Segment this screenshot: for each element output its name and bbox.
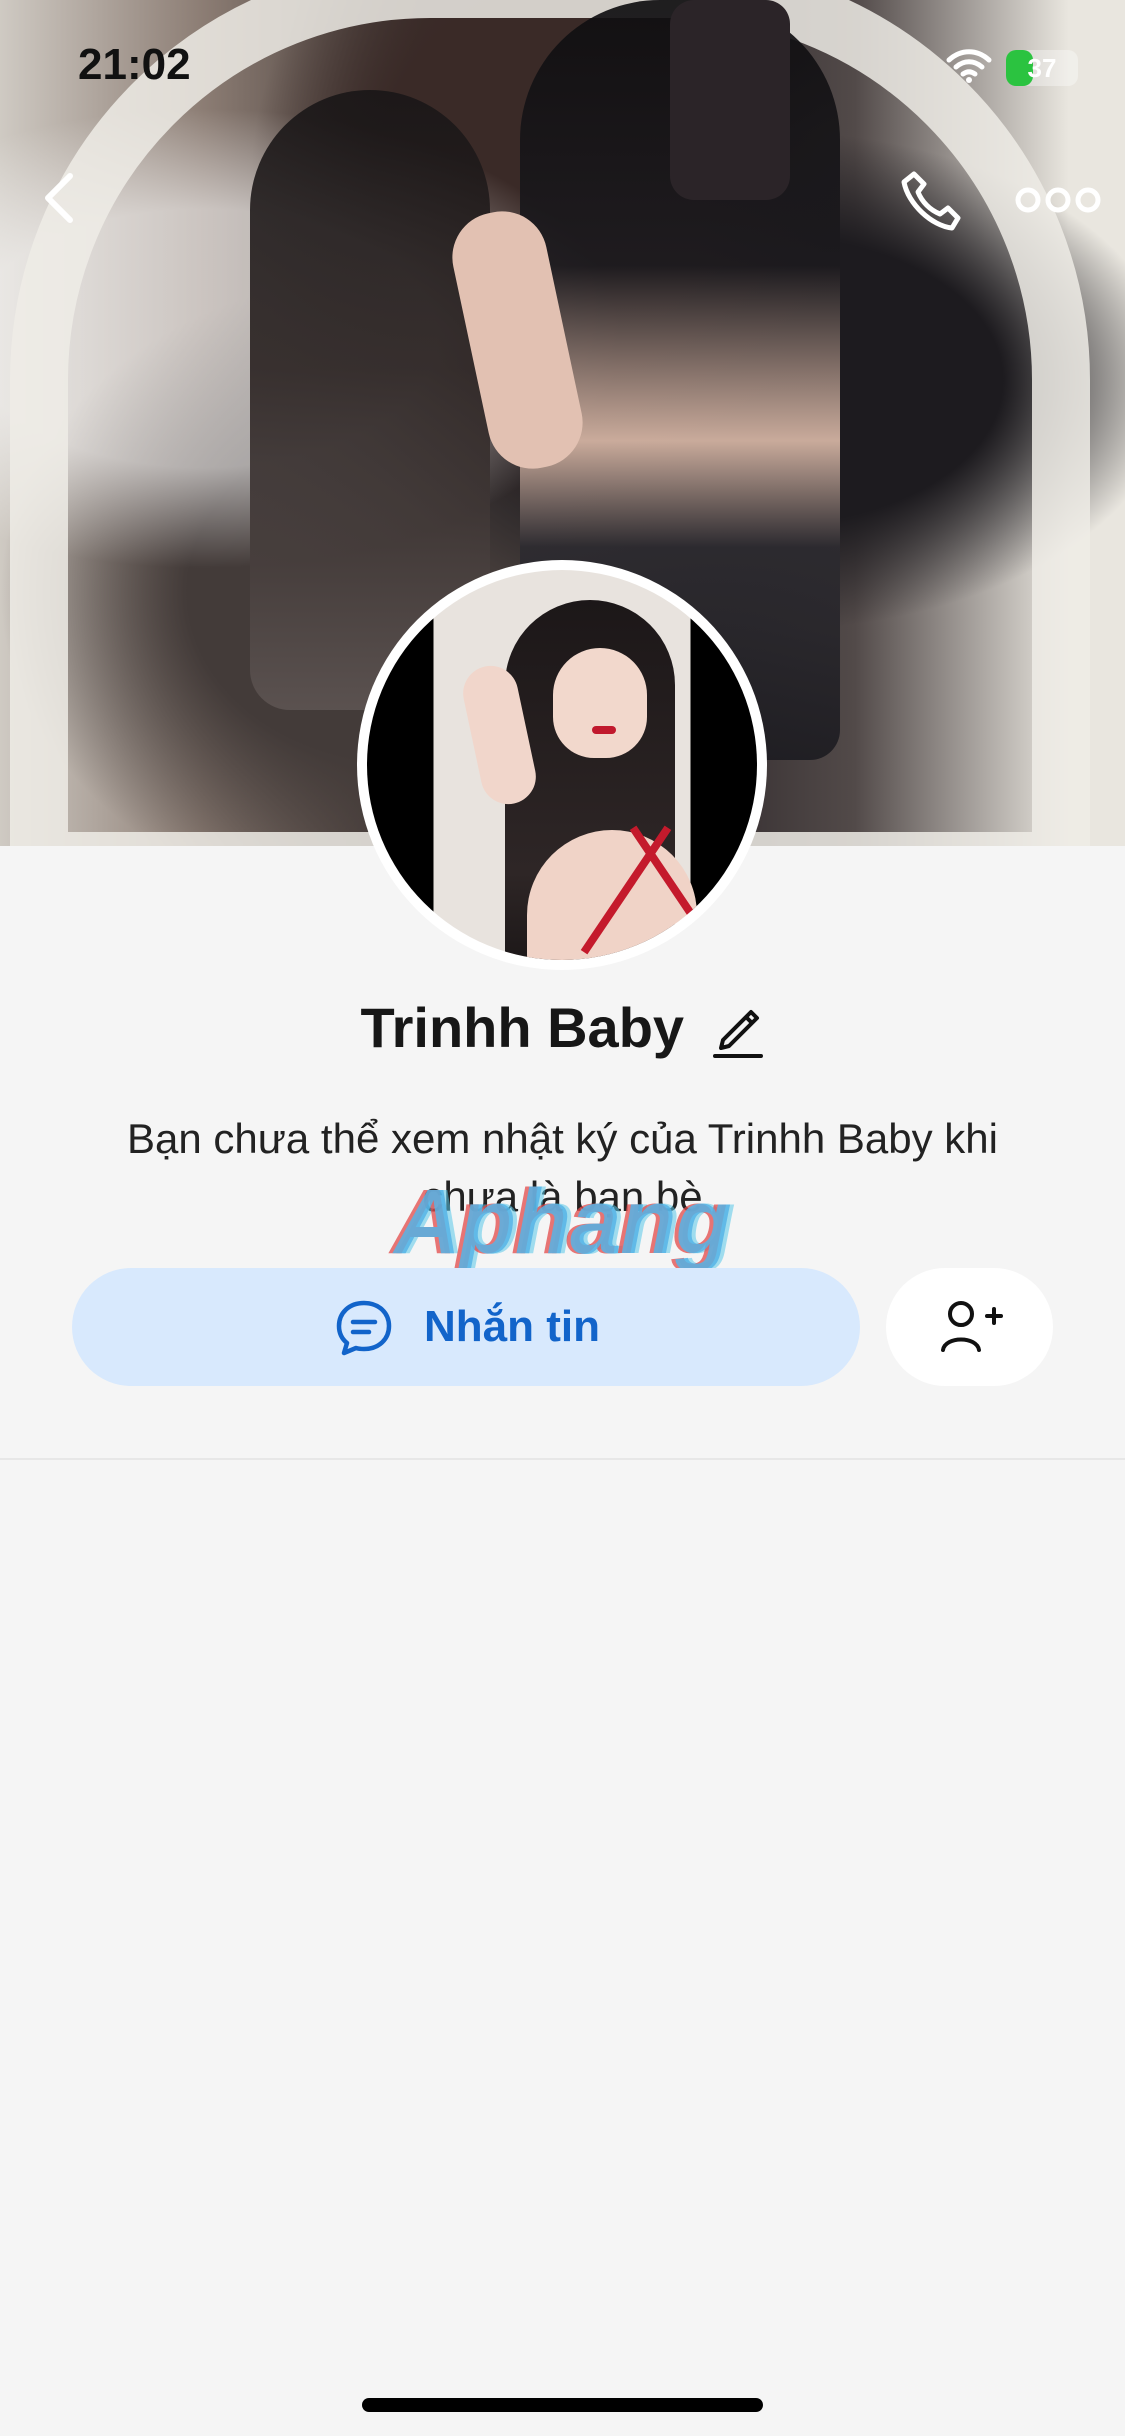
phone-icon xyxy=(901,171,961,231)
section-divider xyxy=(0,1458,1125,1460)
edit-icon[interactable] xyxy=(711,996,765,1060)
profile-name: Trinhh Baby xyxy=(360,996,685,1059)
message-button[interactable]: Nhắn tin xyxy=(72,1268,860,1386)
ellipsis-icon xyxy=(1015,187,1101,213)
status-bar: 21:02 37 xyxy=(0,0,1125,132)
battery-level-text: 37 xyxy=(1027,53,1057,83)
home-indicator[interactable] xyxy=(362,2398,763,2412)
message-button-label: Nhắn tin xyxy=(424,1302,600,1351)
avatar[interactable] xyxy=(357,560,767,970)
status-time: 21:02 xyxy=(78,40,191,89)
chevron-left-icon xyxy=(45,173,73,223)
profile-name-row: Trinhh Baby xyxy=(0,995,1125,1060)
watermark-logo: Aphang xyxy=(394,1171,731,1273)
profile-photo xyxy=(367,570,757,960)
chat-bubble-icon xyxy=(336,1300,392,1356)
battery-indicator: 37 xyxy=(1006,50,1078,86)
add-user-icon xyxy=(940,1301,1003,1352)
more-options-button[interactable] xyxy=(1010,172,1106,228)
call-button[interactable] xyxy=(890,160,970,240)
add-friend-button[interactable] xyxy=(886,1268,1053,1386)
back-button[interactable] xyxy=(32,158,88,238)
wifi-icon xyxy=(946,49,992,83)
